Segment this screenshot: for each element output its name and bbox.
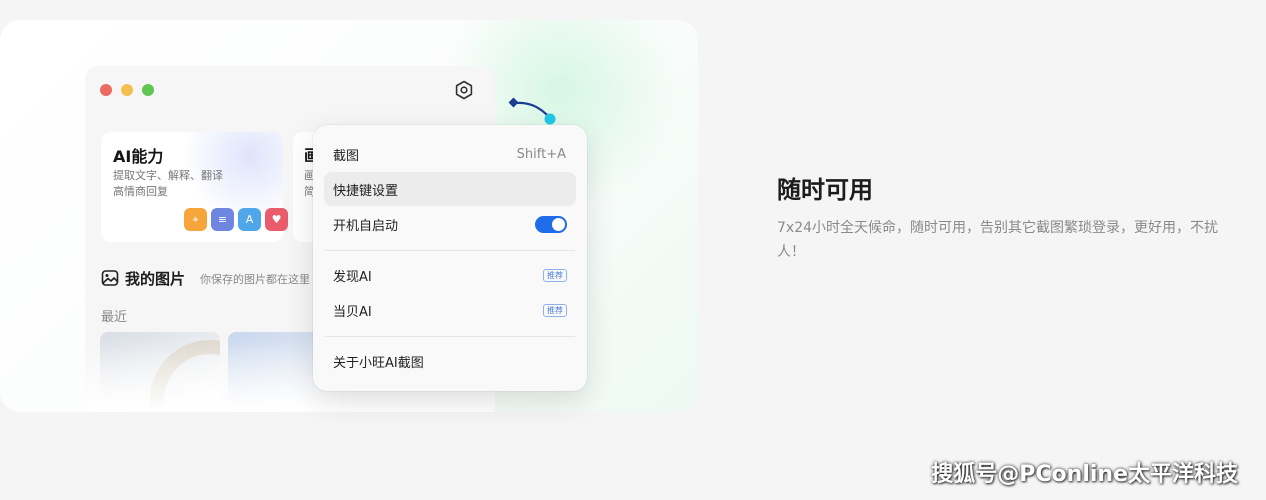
recent-label: 最近 [101, 310, 128, 325]
context-menu: 截图 Shift+A 快捷键设置 开机自启动 发现AI 推荐 当贝AI 推荐 关… [313, 125, 587, 391]
menu-item-label: 快捷键设置 [333, 183, 399, 199]
text-extract-icon[interactable]: ≡ [211, 208, 234, 231]
maximize-window-button[interactable] [142, 84, 154, 96]
menu-item-autostart[interactable]: 开机自启动 [324, 207, 576, 241]
connector-decoration [508, 97, 556, 125]
menu-item-label: 开机自启动 [333, 218, 399, 234]
recommend-badge: 推荐 [543, 268, 567, 282]
ai-capability-card[interactable]: AI能力 提取文字、解释、翻译 高情商回复 ⌖ ≡ A ♥ [101, 132, 288, 242]
translate-icon[interactable]: A [238, 208, 261, 231]
watermark: 搜狐号@PConline太平洋科技 [931, 462, 1238, 487]
gallery-hint: 你保存的图片都在这里 [200, 273, 310, 286]
close-window-button[interactable] [100, 84, 112, 96]
menu-item-label: 关于小旺AI截图 [333, 355, 424, 371]
menu-item-dangbei-ai[interactable]: 当贝AI 推荐 [324, 293, 576, 327]
menu-item-label: 截图 [333, 148, 360, 164]
ai-feature-icons: ⌖ ≡ A ♥ [184, 208, 288, 231]
toggle-knob [552, 217, 565, 231]
scan-text-icon[interactable]: ⌖ [184, 208, 207, 231]
section-description: 7x24小时全天候命，随时可用，告别其它截图繁琐登录，更好用，不扰人！ [777, 220, 1219, 260]
ai-card-title: AI能力 [113, 147, 164, 166]
image-icon [101, 270, 119, 286]
menu-item-label: 发现AI [333, 269, 372, 285]
menu-item-screenshot[interactable]: 截图 Shift+A [324, 137, 576, 171]
recommend-badge: 推荐 [543, 303, 567, 317]
settings-icon[interactable] [454, 80, 474, 100]
ai-card-desc-line1: 提取文字、解释、翻译 [113, 169, 223, 182]
minimize-window-button[interactable] [121, 84, 133, 96]
section-title: 随时可用 [777, 176, 873, 204]
menu-divider [325, 250, 575, 251]
gallery-title: 我的图片 [125, 270, 186, 288]
shortcut-hint: Shift+A [516, 146, 566, 162]
menu-item-discover-ai[interactable]: 发现AI 推荐 [324, 258, 576, 292]
menu-divider [325, 336, 575, 337]
menu-item-hotkey-settings[interactable]: 快捷键设置 [324, 172, 576, 206]
reply-icon[interactable]: ♥ [265, 208, 288, 231]
menu-item-label: 当贝AI [333, 304, 372, 320]
ai-card-description: 提取文字、解释、翻译 高情商回复 [113, 168, 273, 200]
ai-card-desc-line2: 高情商回复 [113, 185, 168, 198]
menu-item-about[interactable]: 关于小旺AI截图 [324, 344, 576, 378]
autostart-toggle[interactable] [535, 215, 567, 233]
